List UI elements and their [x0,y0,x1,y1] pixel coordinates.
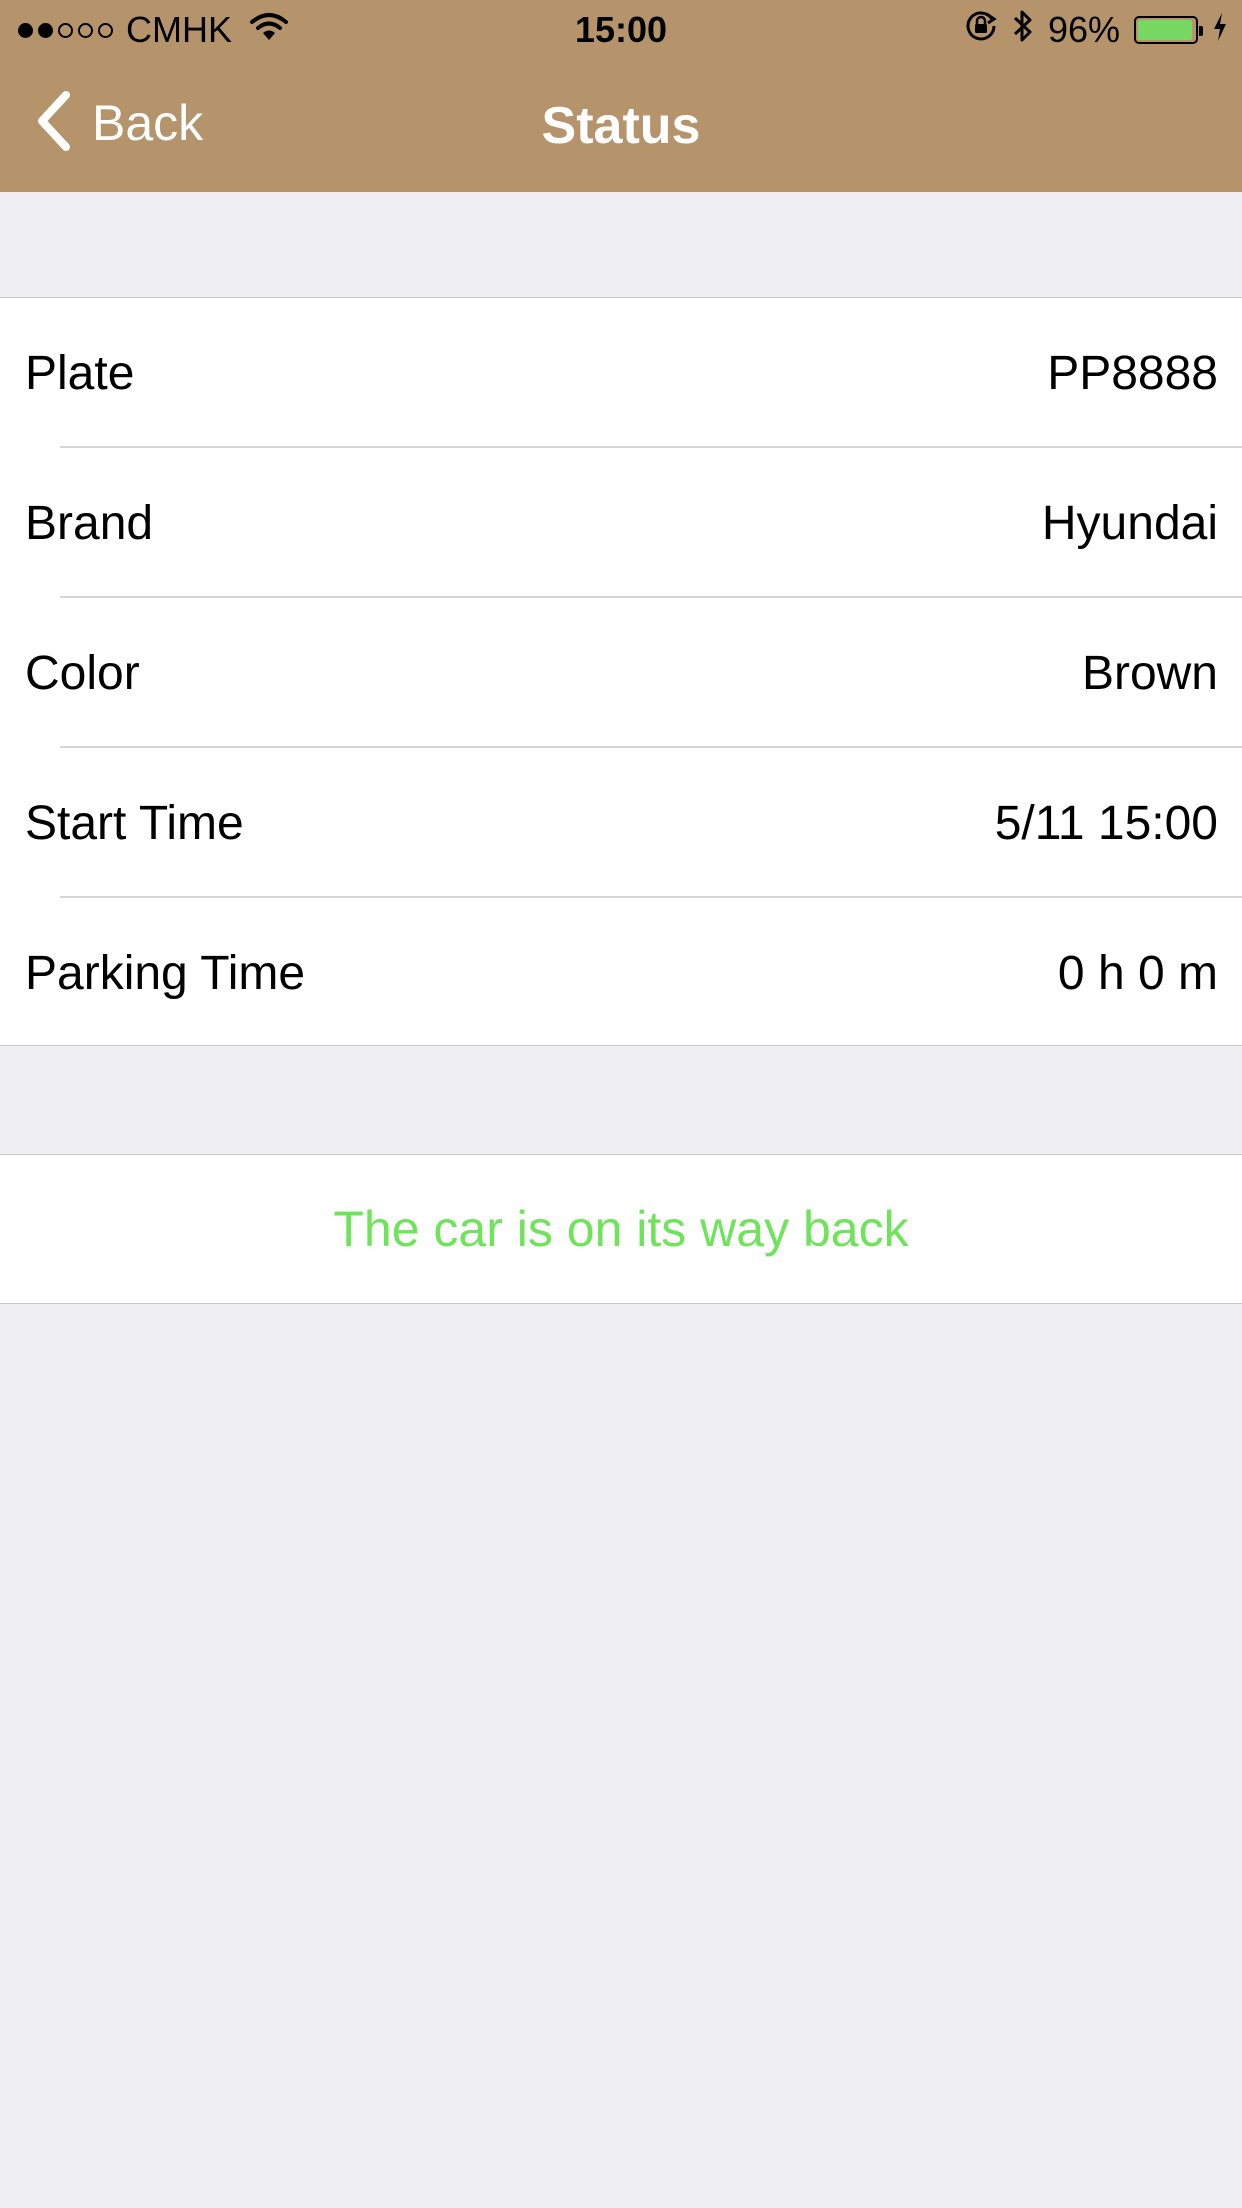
status-message-cell: The car is on its way back [0,1154,1242,1304]
charging-icon [1212,9,1228,51]
detail-label: Plate [25,346,135,400]
status-bar: CMHK 15:00 96% [0,0,1242,60]
detail-label: Parking Time [25,946,306,1000]
detail-row-start-time: Start Time 5/11 15:00 [0,748,1242,898]
detail-label: Start Time [25,796,244,850]
detail-value: Brown [1081,646,1218,700]
detail-value: 5/11 15:00 [994,796,1218,850]
battery-cap [1199,26,1203,36]
detail-label: Color [25,646,140,700]
status-bar-right: 96% [950,8,1228,52]
detail-value: PP8888 [1047,346,1218,400]
detail-value: Hyundai [1041,496,1218,550]
orientation-lock-icon [964,9,998,52]
detail-label: Brand [25,496,154,550]
detail-row-color: Color Brown [0,598,1242,748]
battery-percent: 96% [1047,9,1120,50]
header: CMHK 15:00 96% Back Status [0,0,1242,192]
detail-row-plate: Plate PP8888 [0,298,1242,448]
detail-row-parking-time: Parking Time 0 h 0 m [0,898,1242,1048]
status-message: The car is on its way back [333,1201,909,1257]
bluetooth-icon [1012,8,1034,53]
car-details-list: Plate PP8888 Brand Hyundai Color Brown S… [0,297,1242,1046]
detail-value: 0 h 0 m [1057,946,1218,1000]
page-title: Status [541,97,701,155]
nav-bar: Back Status [0,60,1242,192]
detail-row-brand: Brand Hyundai [0,448,1242,598]
battery-icon [1134,16,1203,44]
battery-level-fill [1138,20,1192,40]
